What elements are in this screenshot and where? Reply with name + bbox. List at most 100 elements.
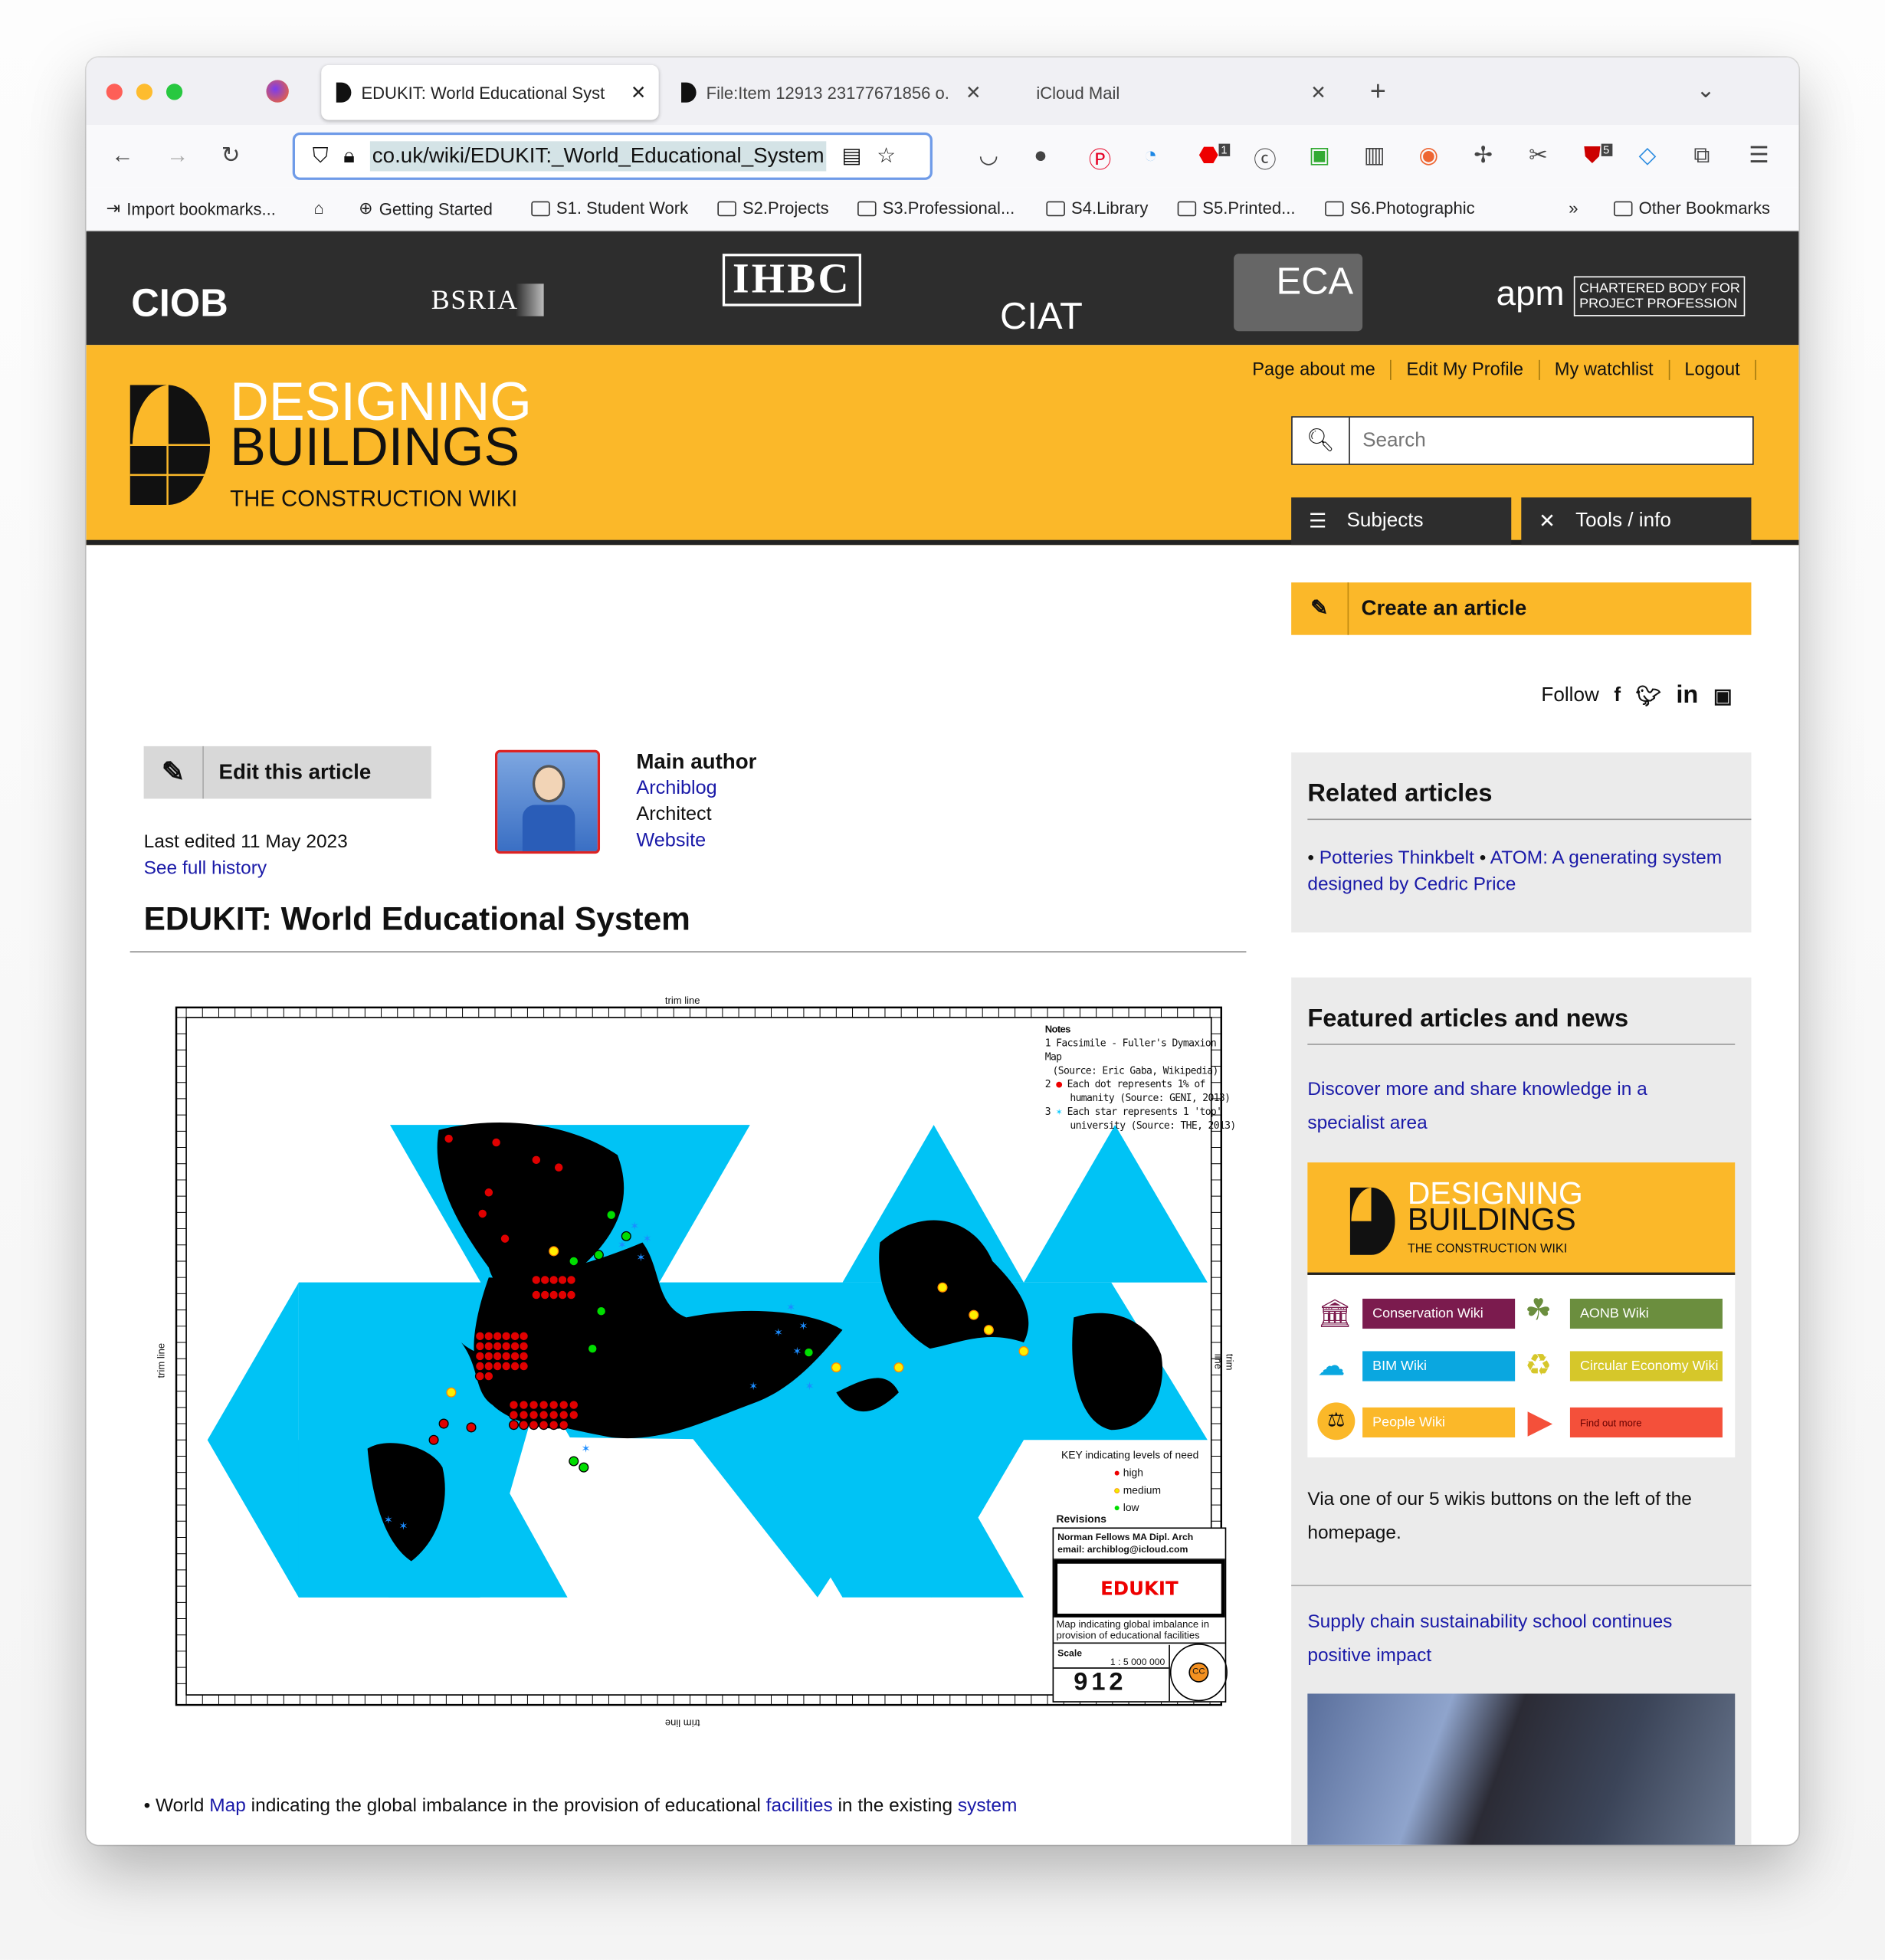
partner-logos-bar: CIOB BSRIA IHBC CIAT ECA apm CHARTERED BO… xyxy=(86,231,1799,346)
linkedin-icon[interactable]: in xyxy=(1676,681,1698,710)
bsria-logo[interactable]: BSRIA xyxy=(431,284,544,316)
population-dot xyxy=(518,1331,529,1342)
wiki-button[interactable]: Circular Economy Wiki xyxy=(1569,1351,1723,1382)
more-bookmarks-chevron-icon[interactable]: » xyxy=(1569,198,1578,217)
extension-bars-icon[interactable]: ▥ xyxy=(1364,143,1385,169)
featured-link[interactable]: Supply chain sustainability school conti… xyxy=(1307,1611,1672,1667)
ciat-logo[interactable]: CIAT xyxy=(1000,297,1083,339)
close-tab-icon[interactable]: ✕ xyxy=(631,81,647,104)
search-input[interactable] xyxy=(1349,429,1726,452)
facebook-icon[interactable]: f xyxy=(1614,684,1621,706)
bookmark-getting-started[interactable]: ⊕ Getting Started xyxy=(359,198,493,218)
edit-article-button[interactable]: ✎ Edit this article xyxy=(143,746,431,799)
population-dot xyxy=(518,1361,529,1372)
extension-bird-icon[interactable]: ✢ xyxy=(1474,143,1493,169)
bookmark-folder[interactable]: S1. Student Work xyxy=(531,198,688,218)
population-dot xyxy=(518,1400,529,1411)
create-article-button[interactable]: ✎ Create an article xyxy=(1291,582,1752,635)
extension-globe-icon[interactable]: ● xyxy=(1034,143,1047,169)
minimize-window-button[interactable] xyxy=(136,84,153,100)
duckduckgo-icon[interactable]: ◉ xyxy=(1419,143,1439,169)
menu-hamburger-icon[interactable]: ☰ xyxy=(1749,143,1769,169)
apm-logo[interactable]: apm CHARTERED BODY FOR PROJECT PROFESSION xyxy=(1497,274,1746,316)
population-dot xyxy=(539,1290,550,1300)
bookmark-folder[interactable]: S3.Professional... xyxy=(857,198,1015,218)
university-star: ✶ xyxy=(805,1381,815,1393)
edukit-map-image[interactable]: ✶ ✶ ✶ ✶ ✶ ✶ ✶ ✶ ✶ ✶ ✶ ✶ ✶ trim line trim line trim l… xyxy=(156,992,1236,1732)
bookmark-folder[interactable]: S5.Printed... xyxy=(1177,198,1296,218)
author-link[interactable]: Archiblog xyxy=(636,778,716,799)
pinterest-icon[interactable]: Ⓟ xyxy=(1089,143,1111,175)
bookmark-import[interactable]: ⇥ Import bookmarks... xyxy=(107,198,276,218)
twitter-icon[interactable]: 🐦︎ xyxy=(1636,683,1661,709)
facilities-link[interactable]: facilities xyxy=(766,1795,833,1817)
wiki-button[interactable]: BIM Wiki xyxy=(1362,1351,1516,1382)
system-link[interactable]: system xyxy=(958,1795,1018,1817)
bookmark-folder[interactable]: S2.Projects xyxy=(717,198,829,218)
bookmark-folder[interactable]: S6.Photographic xyxy=(1325,198,1475,218)
bookmark-other[interactable]: Other Bookmarks xyxy=(1614,198,1770,218)
map-link[interactable]: Map xyxy=(209,1795,246,1817)
wikis-banner[interactable]: DESIGNING BUILDINGS THE CONSTRUCTION WIKI … xyxy=(1307,1162,1736,1458)
population-dot xyxy=(438,1418,449,1429)
extension-swirl-icon[interactable]: ◔ xyxy=(1144,143,1158,169)
population-dot xyxy=(474,1371,485,1382)
back-button[interactable]: ← xyxy=(111,143,133,169)
close-tab-icon[interactable]: ✕ xyxy=(965,81,982,104)
tab-edukit[interactable]: EDUKIT: World Educational Syst ✕ xyxy=(321,64,659,120)
ublock-icon[interactable]: ⛊ 5 xyxy=(1584,143,1612,169)
author-avatar[interactable] xyxy=(494,749,601,854)
maximize-window-button[interactable] xyxy=(166,84,183,100)
wiki-button[interactable]: People Wiki xyxy=(1362,1407,1516,1437)
lock-icon[interactable]: 🔒︎ xyxy=(343,144,355,169)
full-history-link[interactable]: See full history xyxy=(144,857,267,879)
creative-commons-icon[interactable]: ⓒ xyxy=(1254,143,1276,175)
university-star: ✶ xyxy=(636,1252,645,1264)
tab-file-item[interactable]: File:Item 12913 23177671856 o. ✕ xyxy=(666,65,993,120)
extension-scissors-icon[interactable]: ✂ xyxy=(1529,143,1548,169)
reader-view-icon[interactable]: ▤ xyxy=(841,144,861,169)
university-star: ✶ xyxy=(798,1321,808,1333)
tab-list-chevron-icon[interactable]: ⌄ xyxy=(1696,77,1716,103)
close-window-button[interactable] xyxy=(106,84,123,100)
site-logo[interactable]: DESIGNING BUILDINGS THE CONSTRUCTION WIKI xyxy=(129,375,532,511)
search-icon[interactable]: 🔍︎ xyxy=(1293,417,1350,464)
link-edit-profile[interactable]: Edit My Profile xyxy=(1392,359,1540,380)
bookmark-star-icon[interactable]: ☆ xyxy=(877,144,896,169)
link-page-about-me[interactable]: Page about me xyxy=(1238,359,1392,380)
population-dot xyxy=(466,1422,477,1433)
shield-icon[interactable]: ⛉ xyxy=(313,144,329,169)
home-icon[interactable]: ⌂ xyxy=(313,198,323,217)
wiki-button[interactable]: AONB Wiki xyxy=(1569,1298,1723,1329)
adblock-icon[interactable]: ⬣ 1 xyxy=(1198,143,1230,169)
eca-logo[interactable]: ECA xyxy=(1234,254,1363,332)
featured-article-image[interactable] xyxy=(1307,1693,1736,1845)
link-watchlist[interactable]: My watchlist xyxy=(1539,359,1670,380)
wiki-button[interactable]: Conservation Wiki xyxy=(1362,1298,1516,1329)
reload-button[interactable]: ↻ xyxy=(221,143,241,169)
subjects-button[interactable]: ☰ Subjects xyxy=(1291,497,1512,546)
author-website-link[interactable]: Website xyxy=(636,830,706,851)
wiki-button[interactable]: Find out more xyxy=(1569,1407,1723,1437)
new-tab-button[interactable]: + xyxy=(1370,75,1386,107)
link-logout[interactable]: Logout xyxy=(1670,359,1756,380)
ihbc-logo[interactable]: IHBC xyxy=(722,254,861,306)
pocket-icon[interactable]: ◡ xyxy=(979,143,998,169)
extension-layers-icon[interactable]: ◇ xyxy=(1639,143,1657,169)
close-tab-icon[interactable]: ✕ xyxy=(1310,81,1326,104)
bookmark-folder[interactable]: S4.Library xyxy=(1046,198,1148,218)
tools-info-button[interactable]: ✕ Tools / info xyxy=(1521,497,1752,546)
population-dot xyxy=(501,1331,512,1342)
tab-icloud-mail[interactable]: iCloud Mail ✕ xyxy=(1011,65,1339,120)
youtube-icon[interactable]: ▣ xyxy=(1713,683,1733,709)
extension-download-icon[interactable]: ▣ xyxy=(1309,143,1330,169)
firefox-icon[interactable] xyxy=(266,80,289,103)
address-bar[interactable]: ⛉ 🔒︎ co.uk/wiki/EDUKIT:_World_Educational… xyxy=(292,132,933,180)
forward-button[interactable]: → xyxy=(166,143,188,169)
extensions-puzzle-icon[interactable]: ⧉ xyxy=(1693,143,1710,169)
related-link[interactable]: Potteries Thinkbelt xyxy=(1320,847,1474,869)
population-dot xyxy=(937,1282,948,1293)
ciob-logo[interactable]: CIOB xyxy=(131,281,228,326)
featured-link[interactable]: Discover more and share knowledge in a s… xyxy=(1307,1079,1647,1134)
population-dot xyxy=(969,1309,979,1320)
